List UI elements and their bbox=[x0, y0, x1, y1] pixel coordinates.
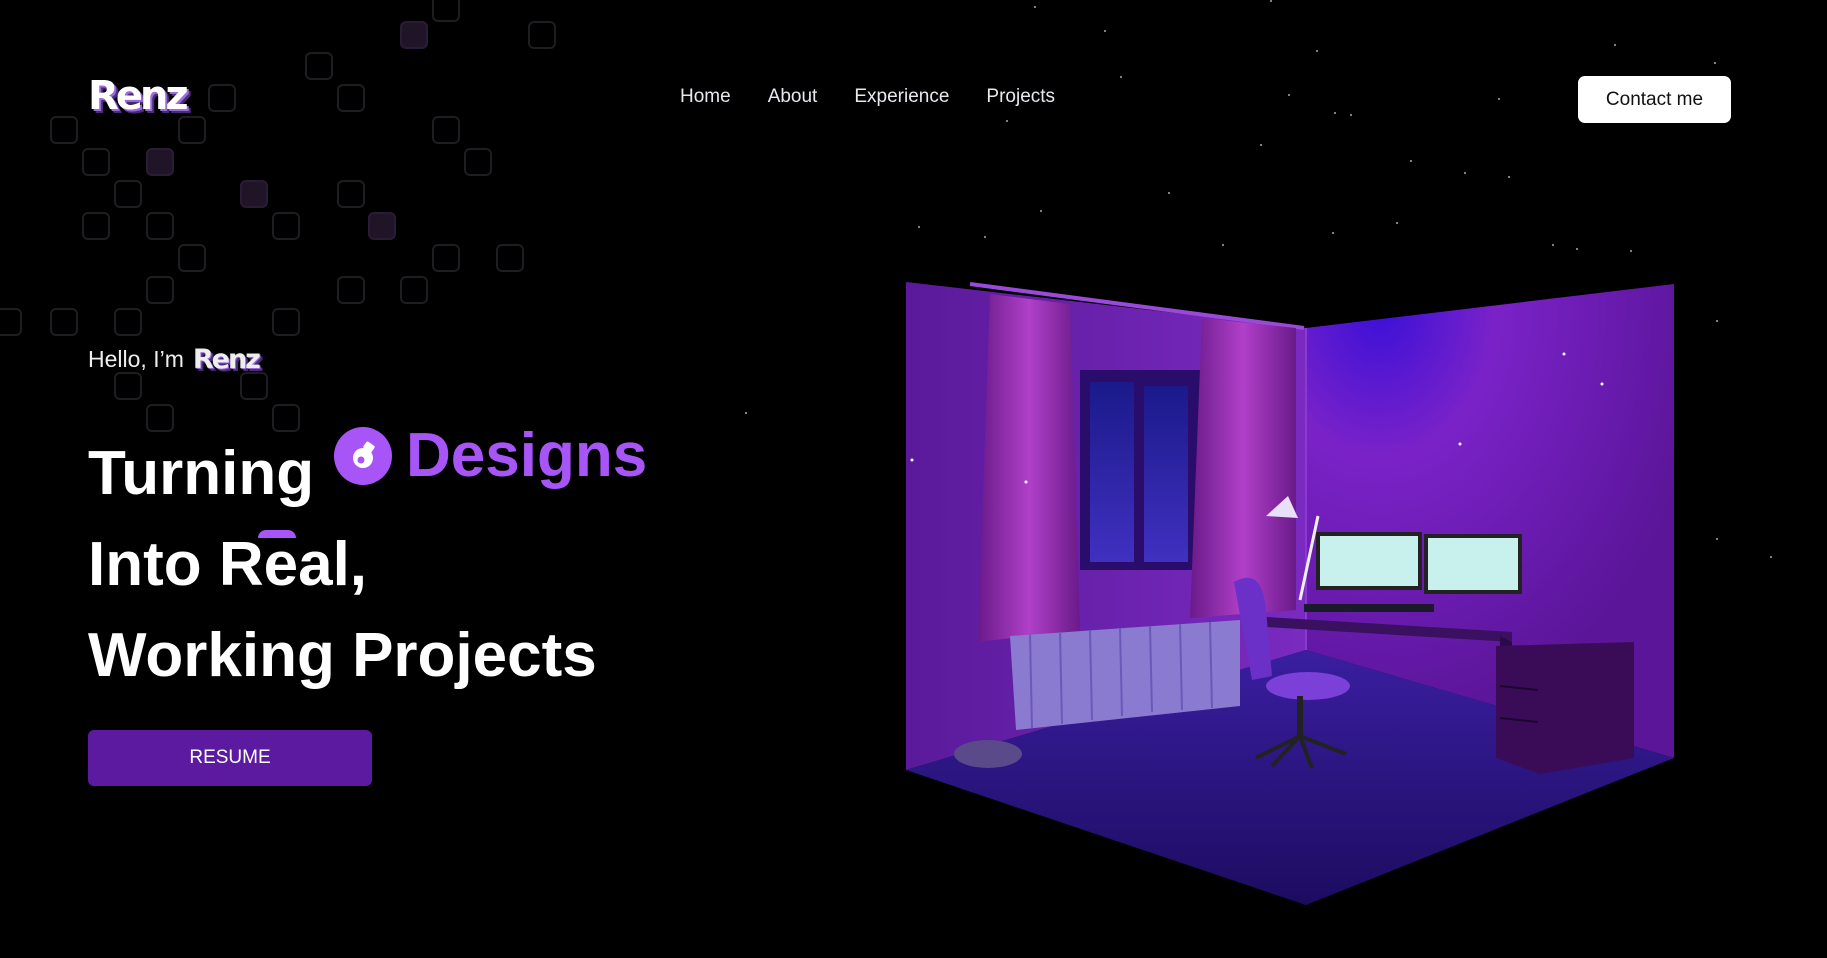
greeting: Hello, I’m Renz bbox=[88, 344, 261, 375]
page: Renz Home About Experience Projects Cont… bbox=[0, 0, 1827, 958]
hero-headline: Turning Designs Into Real, Working Proje… bbox=[88, 421, 647, 701]
greeting-logo: Renz bbox=[192, 344, 261, 375]
headline-line-2: Into Real, bbox=[88, 530, 368, 599]
nav-about[interactable]: About bbox=[768, 86, 818, 108]
contact-button[interactable]: Contact me bbox=[1578, 76, 1731, 123]
site-logo[interactable]: Renz bbox=[88, 73, 189, 119]
greeting-text: Hello, I’m bbox=[88, 346, 184, 372]
headline-turning: Turning bbox=[88, 439, 315, 508]
designs-highlight: Designs bbox=[334, 410, 647, 501]
resume-button[interactable]: RESUME bbox=[88, 730, 372, 786]
logo-text: Renz bbox=[88, 73, 189, 119]
nav-projects[interactable]: Projects bbox=[986, 86, 1055, 108]
nav-experience[interactable]: Experience bbox=[854, 86, 949, 108]
rotating-icon-peek bbox=[258, 530, 296, 538]
pen-tool-icon bbox=[334, 426, 392, 485]
headline-line-3: Working Projects bbox=[88, 621, 597, 690]
room-illustration bbox=[906, 282, 1674, 905]
nav-home[interactable]: Home bbox=[680, 86, 731, 108]
headline-designs: Designs bbox=[406, 421, 648, 490]
decorative-grid bbox=[0, 0, 560, 440]
main-nav: Home About Experience Projects bbox=[680, 86, 1055, 108]
headline-line-1: Turning Designs bbox=[88, 421, 647, 519]
